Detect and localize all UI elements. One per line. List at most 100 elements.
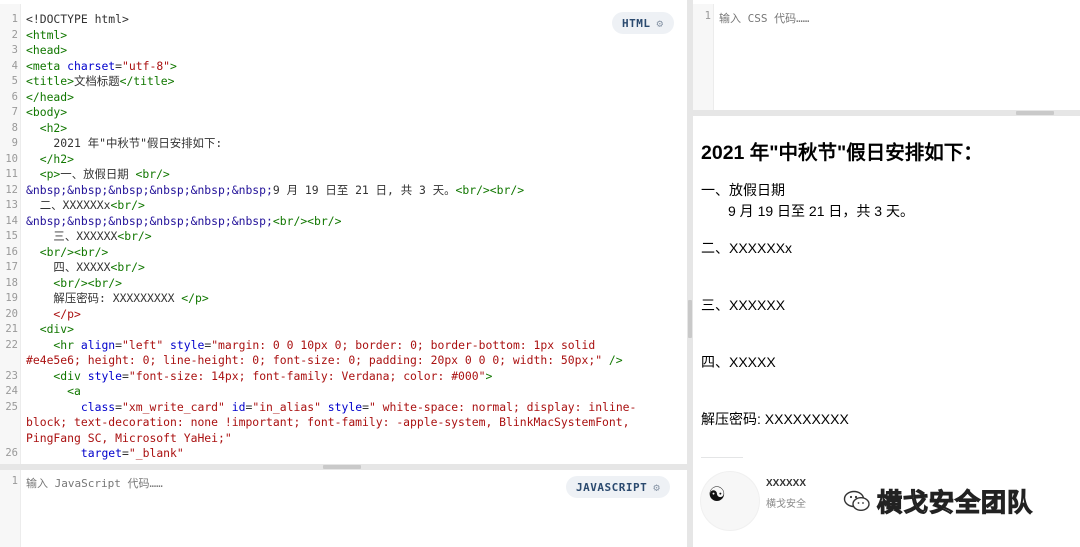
code-token: </h2> xyxy=(26,151,75,166)
code-token: <title> xyxy=(26,74,75,88)
javascript-mode-badge[interactable]: JAVASCRIPT ⚙ xyxy=(566,476,671,498)
line-text: <br/><br/> xyxy=(26,276,122,292)
code-line[interactable]: 17 四、XXXXX<br/> xyxy=(0,260,681,276)
line-number: 18 xyxy=(5,276,18,289)
html-mode-badge[interactable]: HTML ⚙ xyxy=(612,12,674,34)
js-placeholder: 输入 JavaScript 代码…… xyxy=(26,477,163,490)
code-token: " white-space: normal; display: inline- xyxy=(368,399,637,414)
code-token: id xyxy=(231,399,246,414)
code-line[interactable]: 21 <div> xyxy=(0,322,681,338)
line-text: <a xyxy=(26,384,81,400)
watermark: 横戈安全团队 xyxy=(843,483,1033,519)
line-number: 16 xyxy=(5,245,18,258)
preview-item3: 三、XXXXXX xyxy=(701,297,786,313)
code-token: <br/> xyxy=(110,260,145,274)
code-line[interactable]: 6 </head> xyxy=(0,90,681,106)
code-line[interactable]: 20 </p> xyxy=(0,307,681,323)
code-line[interactable]: 19 解压密码: XXXXXXXXX </p> xyxy=(0,291,681,307)
code-line[interactable]: 16 <br/><br/> xyxy=(0,245,681,261)
code-line[interactable]: 10 </h2> xyxy=(0,152,681,168)
code-line[interactable]: 2 <html> xyxy=(0,28,681,44)
gear-icon[interactable]: ⚙ xyxy=(657,17,664,30)
javascript-editor[interactable]: 1 输入 JavaScript 代码…… JAVASCRIPT ⚙ xyxy=(0,470,687,547)
code-line[interactable]: block; text-decoration: none !important;… xyxy=(0,415,681,431)
code-token: <p> xyxy=(26,167,61,181)
code-token: <br/><br/> xyxy=(26,244,109,259)
code-token: <meta xyxy=(26,58,68,73)
code-line[interactable]: 8 <h2> xyxy=(0,121,681,137)
line-text: 解压密码: XXXXXXXXX </p> xyxy=(26,291,209,307)
line-number: 6 xyxy=(11,90,18,103)
code-token: = xyxy=(115,337,123,352)
code-token: > xyxy=(170,58,177,73)
code-token: <html> xyxy=(26,27,68,42)
code-token: <!DOCTYPE html> xyxy=(26,12,129,26)
line-text: #e4e5e6; height: 0; line-height: 0; font… xyxy=(26,353,623,369)
code-line[interactable]: 11 <p>一、放假日期 <br/> xyxy=(0,167,681,183)
line-number: 21 xyxy=(5,323,18,335)
code-token: <h2> xyxy=(26,120,68,135)
avatar: ☯ xyxy=(701,472,759,530)
line-number: 12 xyxy=(5,183,18,196)
line-text: <div> xyxy=(26,322,74,338)
splitter-grip xyxy=(1016,111,1054,115)
line-number: 1 xyxy=(11,475,18,487)
code-line[interactable]: PingFang SC, Microsoft YaHei;" xyxy=(0,431,681,447)
css-placeholder: 输入 CSS 代码…… xyxy=(719,12,810,25)
code-line[interactable]: 25 class="xm_write_card" id="in_alias" s… xyxy=(0,400,681,416)
line-text: <h2> xyxy=(26,121,67,137)
code-token: 9 月 19 日至 21 日, 共 3 天。 xyxy=(272,182,456,197)
line-number: 20 xyxy=(5,307,18,320)
code-token: style xyxy=(327,399,363,414)
code-token: = xyxy=(115,58,123,73)
code-token: 三、XXXXXX xyxy=(26,229,118,243)
code-line[interactable]: 22 <hr align="left" style="margin: 0 0 1… xyxy=(0,338,681,354)
code-token: 2021 年"中秋节"假日安排如下: xyxy=(26,136,223,150)
code-line[interactable]: 14 &nbsp;&nbsp;&nbsp;&nbsp;&nbsp;&nbsp;<b… xyxy=(0,214,681,230)
code-token: "font-size: 14px; font-family: Verdana; … xyxy=(128,368,486,383)
line-text: 2021 年"中秋节"假日安排如下: xyxy=(26,136,222,152)
code-line[interactable]: 26 target="_blank" xyxy=(0,446,681,462)
code-line[interactable]: 9 2021 年"中秋节"假日安排如下: xyxy=(0,136,681,152)
code-token: <hr xyxy=(26,337,81,352)
html-editor[interactable]: 1 <!DOCTYPE html> 2 <html> 3 <head> 4 <meta cha… xyxy=(0,4,687,464)
card-subtitle: 横戈安全 xyxy=(766,499,806,510)
preview-item4: 四、XXXXX xyxy=(701,354,776,370)
line-number: 8 xyxy=(11,121,18,134)
code-token: "margin: 0 0 10px 0; border: 0; border-b… xyxy=(211,337,596,352)
code-token: <head> xyxy=(26,43,68,57)
preview-divider xyxy=(701,457,743,458)
code-token: 二、XXXXXXx xyxy=(26,198,111,212)
code-line[interactable]: 12 &nbsp;&nbsp;&nbsp;&nbsp;&nbsp;&nbsp;9 … xyxy=(0,183,681,199)
splitter-grip xyxy=(688,300,692,338)
code-token: /> xyxy=(608,353,623,367)
code-token: </head> xyxy=(26,89,75,104)
code-token: "_blank" xyxy=(128,446,184,460)
code-line[interactable]: 7 <body> xyxy=(0,105,681,121)
code-token: </p> xyxy=(181,291,209,305)
line-number: 2 xyxy=(11,28,18,41)
code-token: 四、XXXXX xyxy=(26,260,111,274)
css-editor[interactable]: 1 输入 CSS 代码…… xyxy=(693,4,1080,110)
code-token: <a xyxy=(26,384,81,398)
line-number: 5 xyxy=(11,75,18,87)
code-line[interactable]: 23 <div style="font-size: 14px; font-fam… xyxy=(0,369,681,385)
code-token: class xyxy=(80,399,116,414)
line-number: 25 xyxy=(5,400,18,413)
code-line[interactable]: 24 <a xyxy=(0,384,681,400)
code-line[interactable]: 1 <!DOCTYPE html> xyxy=(0,12,681,28)
gear-icon[interactable]: ⚙ xyxy=(653,481,660,494)
badge-label: HTML xyxy=(622,16,651,30)
code-line[interactable]: 15 三、XXXXXX<br/> xyxy=(0,229,681,245)
code-token: <div> xyxy=(26,322,75,336)
code-line[interactable]: #e4e5e6; height: 0; line-height: 0; font… xyxy=(0,353,681,369)
code-line[interactable]: 3 <head> xyxy=(0,43,681,59)
code-line[interactable]: 5 <title>文档标题</title> xyxy=(0,74,681,90)
code-line[interactable]: 18 <br/><br/> xyxy=(0,276,681,292)
code-line[interactable]: 4 <meta charset="utf-8"> xyxy=(0,59,681,75)
badge-label: JAVASCRIPT xyxy=(576,480,648,494)
code-line[interactable]: 13 二、XXXXXXx<br/> xyxy=(0,198,681,214)
preview-pane: 2021 年"中秋节"假日安排如下： 一、放假日期 9 月 19 日至 21 日… xyxy=(693,116,1080,547)
